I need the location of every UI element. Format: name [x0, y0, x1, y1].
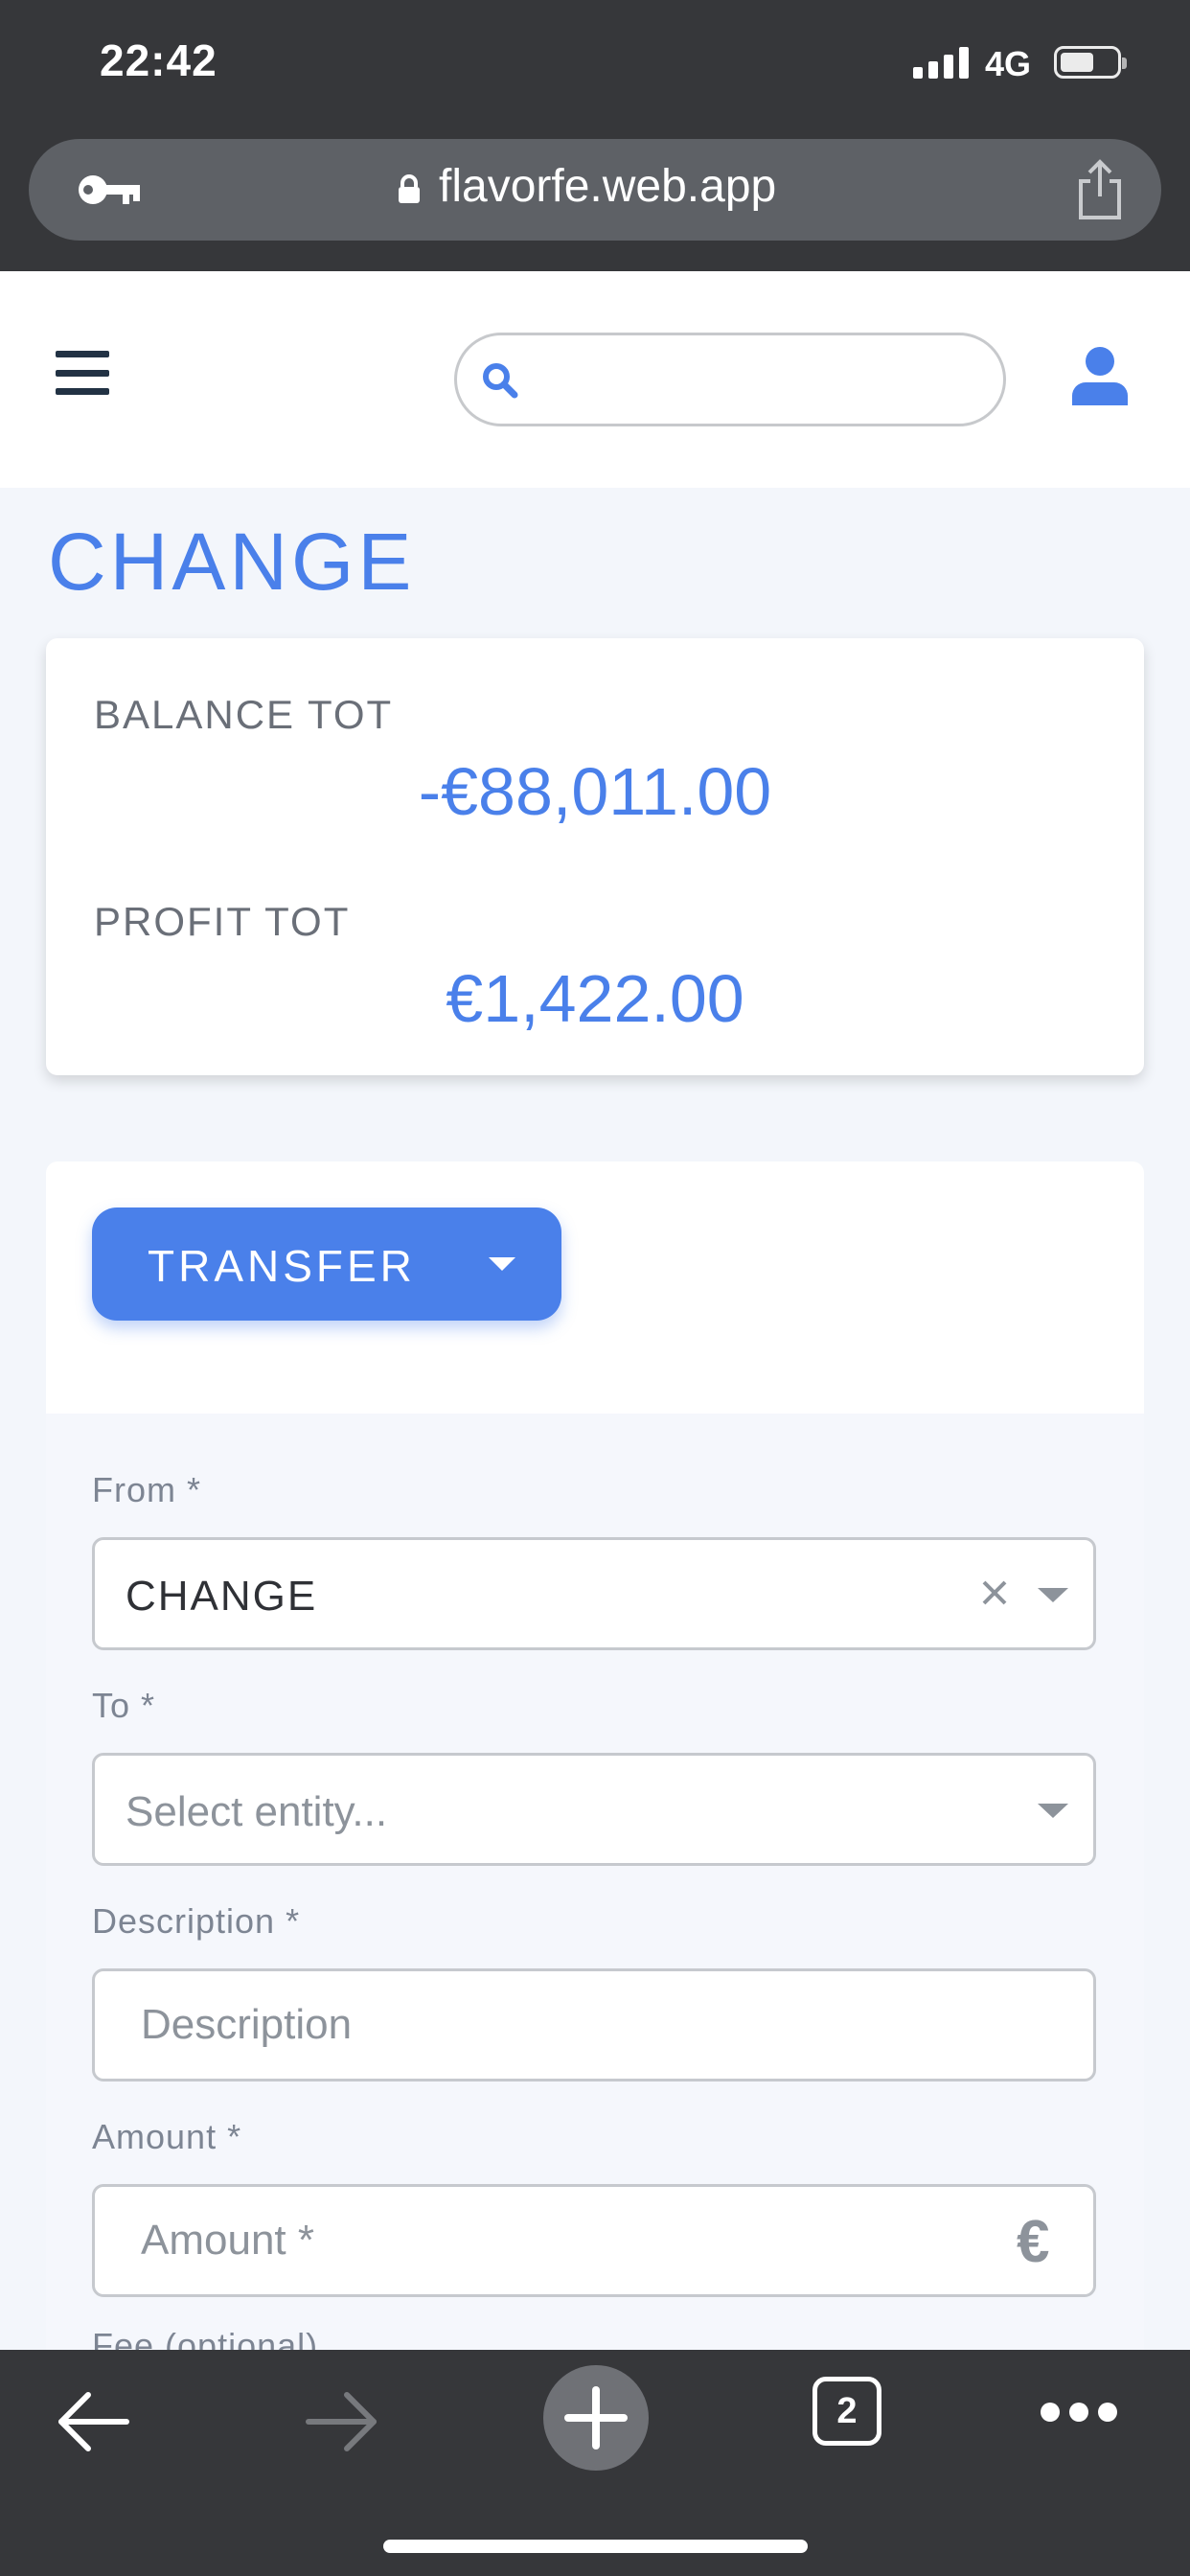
plus-icon: [564, 2386, 628, 2450]
to-label: To *: [92, 1686, 156, 1725]
new-tab-button[interactable]: [543, 2365, 649, 2471]
url-text: flavorfe.web.app: [439, 161, 777, 212]
tabs-button[interactable]: 2: [812, 2377, 881, 2446]
share-icon[interactable]: [1073, 158, 1127, 221]
chevron-down-icon[interactable]: [1038, 1588, 1068, 1602]
forward-arrow-icon[interactable]: [305, 2390, 379, 2453]
search-box[interactable]: [454, 333, 1006, 426]
profit-label: PROFIT TOT: [94, 899, 351, 944]
description-input[interactable]: [141, 1971, 984, 2079]
amount-field[interactable]: €: [92, 2184, 1096, 2297]
menu-icon[interactable]: [56, 351, 109, 395]
amount-label: Amount *: [92, 2117, 242, 2156]
from-selected-value: CHANGE: [126, 1573, 318, 1620]
profit-value: €1,422.00: [446, 961, 744, 1036]
balance-label: BALANCE TOT: [94, 692, 394, 737]
transfer-button-label: TRANSFER: [148, 1241, 416, 1291]
app-header: [0, 271, 1190, 488]
amount-input[interactable]: [141, 2187, 984, 2294]
euro-icon: €: [1017, 2209, 1050, 2275]
home-indicator: [383, 2540, 808, 2553]
from-label: From *: [92, 1470, 201, 1509]
url-bar[interactable]: flavorfe.web.app: [29, 139, 1161, 241]
to-select[interactable]: Select entity...: [92, 1753, 1096, 1866]
summary-card: BALANCE TOT -€88,011.00 PROFIT TOT €1,42…: [46, 638, 1144, 1075]
browser-top-chrome: 22:42 4G flavorfe.web.app: [0, 0, 1190, 271]
more-icon[interactable]: [1040, 2400, 1118, 2425]
status-time: 22:42: [100, 35, 217, 85]
clear-icon[interactable]: [978, 1576, 1011, 1609]
balance-value: -€88,011.00: [418, 754, 772, 829]
description-label: Description *: [92, 1901, 301, 1941]
transfer-dropdown-button[interactable]: TRANSFER: [92, 1208, 561, 1321]
search-icon: [483, 363, 518, 399]
chevron-down-icon: [489, 1257, 515, 1271]
tabs-count: 2: [836, 2391, 858, 2431]
search-input[interactable]: [534, 335, 984, 424]
user-icon[interactable]: [1072, 346, 1128, 405]
key-icon[interactable]: [77, 173, 142, 206]
transfer-form-card: TRANSFER From * CHANGE To * Select entit…: [46, 1162, 1144, 2350]
to-placeholder: Select entity...: [126, 1788, 388, 1835]
network-type: 4G: [985, 44, 1032, 83]
fee-label: Fee (optional): [92, 2326, 319, 2350]
from-select[interactable]: CHANGE: [92, 1537, 1096, 1650]
signal-strength-icon: [913, 46, 969, 79]
description-field[interactable]: [92, 1968, 1096, 2082]
back-arrow-icon[interactable]: [56, 2390, 130, 2453]
lock-icon: [399, 174, 420, 203]
page-title: CHANGE: [48, 517, 416, 607]
chevron-down-icon[interactable]: [1038, 1804, 1068, 1818]
battery-icon: [1054, 46, 1127, 79]
